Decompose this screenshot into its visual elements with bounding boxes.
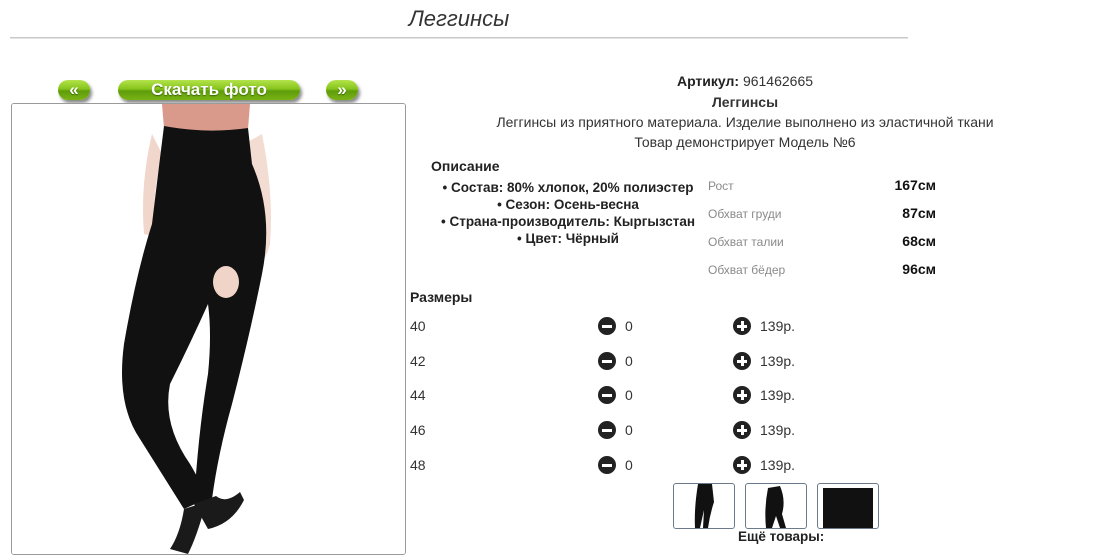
size-label: 44 xyxy=(410,387,426,403)
measurement-value: 96см xyxy=(902,261,936,277)
minus-icon[interactable] xyxy=(598,317,616,335)
plus-icon[interactable] xyxy=(733,352,751,370)
description-title: Описание xyxy=(431,158,500,174)
measurement-row: Обхват груди 87см xyxy=(708,205,936,227)
quantity-value: 0 xyxy=(625,353,633,369)
quantity-value: 0 xyxy=(625,318,633,334)
thumbnail-front[interactable] xyxy=(673,483,735,529)
measurement-label: Рост xyxy=(708,179,734,193)
measurement-value: 68см xyxy=(902,233,936,249)
size-label: 40 xyxy=(410,318,426,334)
quantity-value: 0 xyxy=(625,457,633,473)
size-label: 48 xyxy=(410,457,426,473)
size-row: 40 0 139р. xyxy=(410,317,810,337)
download-photo-button[interactable]: Скачать фото xyxy=(118,80,300,100)
price-value: 139р. xyxy=(760,353,796,369)
plus-icon[interactable] xyxy=(733,421,751,439)
quantity-value: 0 xyxy=(625,387,633,403)
measurement-row: Обхват талии 68см xyxy=(708,233,936,255)
plus-icon[interactable] xyxy=(733,317,751,335)
measurement-row: Рост 167см xyxy=(708,177,936,199)
leggings-model-image xyxy=(12,104,405,554)
minus-icon[interactable] xyxy=(598,421,616,439)
article-value: 961462665 xyxy=(742,73,814,89)
product-name: Леггинсы xyxy=(711,94,779,110)
measurement-label: Обхват талии xyxy=(708,235,784,249)
article-label: Артикул: xyxy=(676,73,740,89)
measurement-label: Обхват груди xyxy=(708,207,782,221)
minus-icon[interactable] xyxy=(598,456,616,474)
product-description: Леггинсы из приятного материала. Изделие… xyxy=(496,114,994,130)
page-title: Леггинсы xyxy=(408,6,510,31)
product-photo xyxy=(11,103,406,555)
size-row: 42 0 139р. xyxy=(410,352,810,372)
size-row: 46 0 139р. xyxy=(410,421,810,441)
title-divider xyxy=(10,37,908,39)
thumbnail-image xyxy=(765,486,786,528)
plus-icon[interactable] xyxy=(733,386,751,404)
details-item: Сезон: Осень-весна xyxy=(420,196,716,213)
thumbnail-image xyxy=(694,484,714,528)
plus-icon[interactable] xyxy=(733,456,751,474)
next-photo-button[interactable]: » xyxy=(326,80,358,100)
details-item: Страна-производитель: Кыргызстан xyxy=(420,213,716,230)
measurement-value: 167см xyxy=(894,177,936,193)
price-value: 139р. xyxy=(760,387,796,403)
minus-icon[interactable] xyxy=(598,352,616,370)
details-item: Состав: 80% хлопок, 20% полиэстер xyxy=(420,179,716,196)
more-products-label: Ещё товары: xyxy=(738,529,825,544)
size-row: 44 0 139р. xyxy=(410,386,810,406)
sizes-title: Размеры xyxy=(410,289,473,305)
size-label: 46 xyxy=(410,422,426,438)
size-label: 42 xyxy=(410,353,426,369)
thumbnail-side[interactable] xyxy=(745,483,807,529)
quantity-value: 0 xyxy=(625,422,633,438)
size-row: 48 0 139р. xyxy=(410,456,810,476)
prev-photo-button[interactable]: « xyxy=(58,80,90,100)
thumbnail-image xyxy=(823,488,873,528)
model-note: Товар демонстрирует Модель №6 xyxy=(634,134,856,150)
price-value: 139р. xyxy=(760,457,796,473)
details-item: Цвет: Чёрный xyxy=(420,230,716,247)
price-value: 139р. xyxy=(760,422,796,438)
details-list: Состав: 80% хлопок, 20% полиэстер Сезон:… xyxy=(420,179,716,247)
measurement-row: Обхват бёдер 96см xyxy=(708,261,936,283)
measurement-value: 87см xyxy=(902,205,936,221)
thumbnail-fabric[interactable] xyxy=(817,483,879,529)
price-value: 139р. xyxy=(760,318,796,334)
article-line: Артикул: 961462665 xyxy=(375,73,1115,89)
minus-icon[interactable] xyxy=(598,386,616,404)
measurement-label: Обхват бёдер xyxy=(708,263,786,277)
